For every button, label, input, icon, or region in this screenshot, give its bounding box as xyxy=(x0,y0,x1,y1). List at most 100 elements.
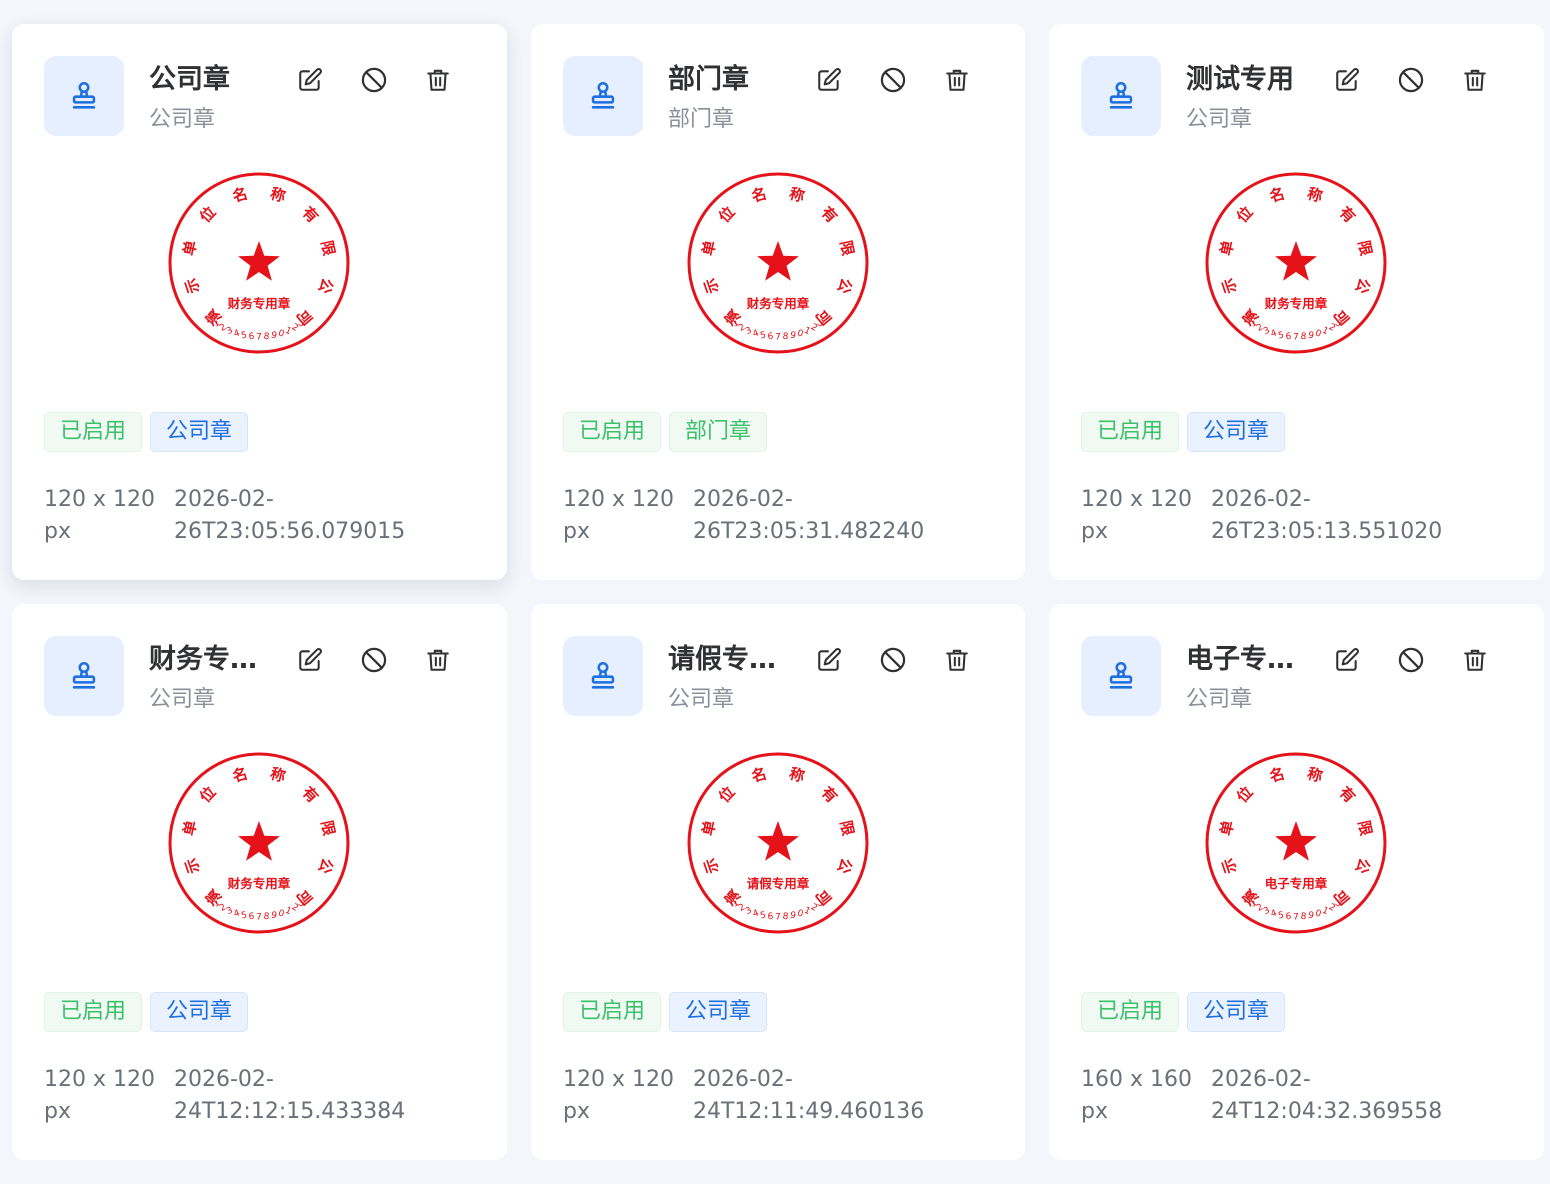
seal-ring-char: 单 xyxy=(180,239,201,257)
edit-icon[interactable] xyxy=(813,64,845,96)
seal-ring-char: 名 xyxy=(1267,764,1286,785)
seal-size-unit: px xyxy=(1081,1099,1108,1124)
seal-size-unit: px xyxy=(44,519,71,544)
seal-time-line1: 2026-02- xyxy=(693,487,793,512)
seal-graphic: 演示单位名 称有限公司财务专用章3210987654321 xyxy=(687,172,869,354)
seal-code-char: 7 xyxy=(256,913,262,923)
trash-icon[interactable] xyxy=(1459,64,1491,96)
seal-created-time: 2026-02- 26T23:05:31.482240 xyxy=(693,484,993,548)
seal-label: 财务专用章 xyxy=(1264,296,1328,311)
seal-code-char: 5 xyxy=(1277,330,1285,341)
edit-icon[interactable] xyxy=(1331,644,1363,676)
seal-preview: 演示单位名称有限公司财务专用章 3 2 1 0 9 8 7 6 5 4 3 2 1 xyxy=(685,170,871,356)
seal-ring-char: 称 xyxy=(1305,184,1324,205)
seal-size: 120 x 120 px xyxy=(1081,484,1193,548)
edit-icon[interactable] xyxy=(1331,64,1363,96)
seal-code-char: 7 xyxy=(775,913,781,923)
seal-ring-char: 限 xyxy=(1355,239,1376,257)
seal-card[interactable]: 测试专用 公司章 演示单位名称有限公司财务专用章 3 2 1 0 9 8 7 6 5 4 3 2 1 已启… xyxy=(1049,24,1544,580)
seal-title: 电子专用章 xyxy=(1186,644,1304,675)
seal-label: 请假专用章 xyxy=(747,876,810,891)
seal-code-char: 5 xyxy=(240,330,248,341)
seal-time-line2: 24T12:12:15.433384 xyxy=(174,1099,406,1124)
type-tag: 部门章 xyxy=(669,412,768,452)
seal-code-char: 5 xyxy=(759,330,767,341)
seal-star xyxy=(238,241,280,281)
seal-size-value: 120 x 120 xyxy=(563,487,674,512)
seal-card[interactable]: 电子专用章 公司章 演示单位名称有限公司电子专用章3210987654321 已… xyxy=(1049,604,1544,1160)
seal-code-char: 6 xyxy=(248,912,255,923)
seal-code-char: 7 xyxy=(1293,333,1299,343)
ban-icon[interactable] xyxy=(358,644,390,676)
card-actions xyxy=(1331,644,1491,676)
seal-code-char: 8 xyxy=(1300,912,1307,923)
seal-time-line1: 2026-02- xyxy=(174,487,274,512)
seal-code-char: 8 xyxy=(782,332,789,343)
seal-card-grid: 公司章 公司章 演示单位名称有限公司财务专用章 3 2 1 0 9 8 7 6 5 4 3 2 1 已启用… xyxy=(12,24,1544,1160)
seal-size-unit: px xyxy=(1081,519,1108,544)
edit-icon[interactable] xyxy=(294,64,326,96)
seal-code-char: 5 xyxy=(1277,910,1285,921)
status-tag: 已启用 xyxy=(1081,412,1180,452)
seal-time-line2: 26T23:05:13.551020 xyxy=(1211,519,1443,544)
seal-ring-char: 公 xyxy=(834,276,856,296)
seal-star xyxy=(238,821,280,861)
seal-ring-char: 有 xyxy=(818,203,841,226)
seal-ring-char: 公 xyxy=(1352,276,1374,296)
seal-card[interactable]: 请假专用章 公司章 演示单位名称有限公司请假专用章3210987654321 已… xyxy=(531,604,1025,1160)
stamp-icon xyxy=(44,636,124,716)
ban-icon[interactable] xyxy=(1395,644,1427,676)
card-header: 测试专用 公司章 xyxy=(1081,56,1512,136)
trash-icon[interactable] xyxy=(422,644,454,676)
edit-icon[interactable] xyxy=(813,644,845,676)
seal-card[interactable]: 财务专用章 公司章 演示单位名称有限公司财务专用章3210987654321 已… xyxy=(12,604,507,1160)
seal-card[interactable]: 部门章 部门章 演示单位名称有限公司财务专用章 3 2 1 0 9 8 7 6 5 4 3 2 1 已启用… xyxy=(531,24,1025,580)
seal-ring-char: 限 xyxy=(837,819,858,837)
seal-ring-char: 公 xyxy=(315,856,337,876)
tag-list: 已启用 公司章 xyxy=(44,412,249,452)
seal-star xyxy=(1275,821,1317,861)
trash-icon[interactable] xyxy=(941,64,973,96)
seal-created-time: 2026-02- 24T12:12:15.433384 xyxy=(174,1064,474,1128)
card-actions xyxy=(813,644,973,676)
seal-code-char: 9 xyxy=(270,330,278,341)
seal-title: 测试专用 xyxy=(1186,64,1294,95)
ban-icon[interactable] xyxy=(1395,64,1427,96)
card-header: 财务专用章 公司章 xyxy=(44,636,475,716)
seal-code-char: 6 xyxy=(248,332,255,343)
seal-size-value: 120 x 120 xyxy=(563,1067,674,1092)
ban-icon[interactable] xyxy=(877,64,909,96)
status-tag: 已启用 xyxy=(1081,992,1180,1032)
seal-ring-char: 位 xyxy=(196,203,219,226)
type-tag: 公司章 xyxy=(150,992,249,1032)
trash-icon[interactable] xyxy=(422,64,454,96)
seal-created-time: 2026-02- 26T23:05:56.079015 xyxy=(174,484,474,548)
seal-time-line2: 26T23:05:56.079015 xyxy=(174,519,406,544)
seal-time-line2: 24T12:11:49.460136 xyxy=(693,1099,925,1124)
seal-ring-char: 名 xyxy=(230,764,249,785)
seal-preview: 演示单位名称有限公司电子专用章 3 2 1 0 9 8 7 6 5 4 3 2 1 xyxy=(1203,750,1389,936)
seal-size: 120 x 120 px xyxy=(44,484,156,548)
seal-ring-char: 位 xyxy=(196,783,219,806)
status-tag: 已启用 xyxy=(44,992,143,1032)
ban-icon[interactable] xyxy=(358,64,390,96)
seal-preview: 演示单位名称有限公司财务专用章 3 2 1 0 9 8 7 6 5 4 3 2 1 xyxy=(166,170,352,356)
seal-size-unit: px xyxy=(44,1099,71,1124)
ban-icon[interactable] xyxy=(877,644,909,676)
seal-ring-char: 公 xyxy=(315,276,337,296)
seal-subtitle: 公司章 xyxy=(1186,107,1253,132)
seal-label: 财务专用章 xyxy=(227,876,291,891)
seal-subtitle: 公司章 xyxy=(1186,687,1253,712)
seal-ring-char: 示 xyxy=(700,276,722,296)
edit-icon[interactable] xyxy=(294,644,326,676)
seal-label: 电子专用章 xyxy=(1265,876,1328,891)
seal-star xyxy=(757,241,799,281)
seal-size: 120 x 120 px xyxy=(563,484,675,548)
seal-ring-char: 单 xyxy=(699,239,720,257)
seal-time-line1: 2026-02- xyxy=(693,1067,793,1092)
seal-ring-char: 限 xyxy=(837,239,858,257)
tag-list: 已启用 公司章 xyxy=(1081,412,1286,452)
seal-card[interactable]: 公司章 公司章 演示单位名称有限公司财务专用章 3 2 1 0 9 8 7 6 5 4 3 2 1 已启用… xyxy=(12,24,507,580)
trash-icon[interactable] xyxy=(1459,644,1491,676)
trash-icon[interactable] xyxy=(941,644,973,676)
